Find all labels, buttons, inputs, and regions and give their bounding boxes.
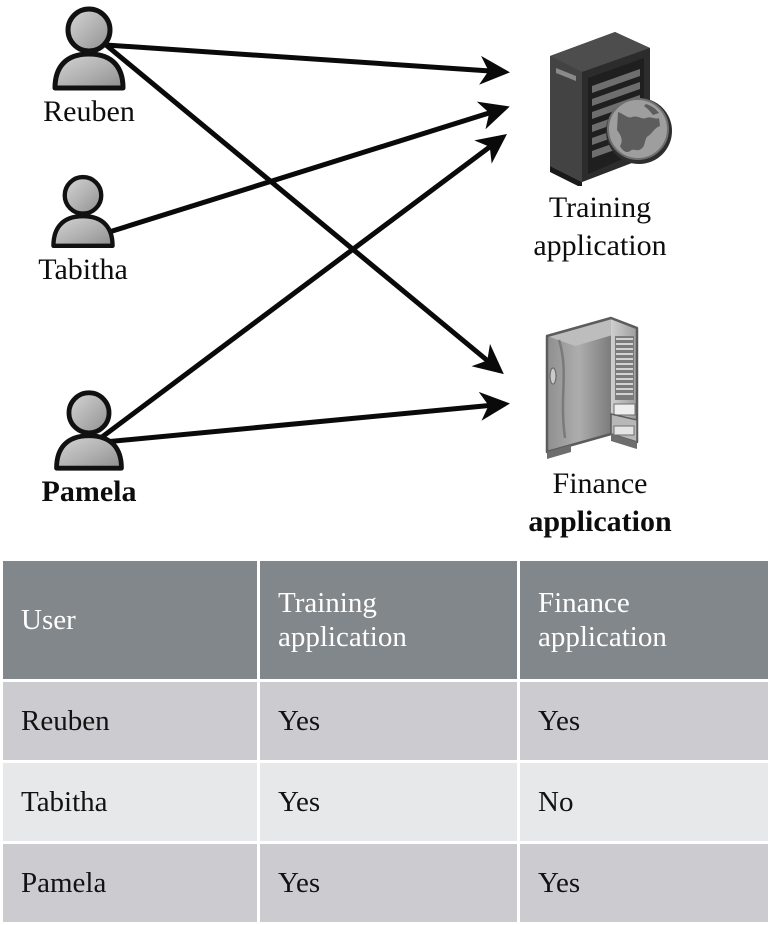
app-label-training-line1: Training (548, 191, 652, 224)
arrow-reuben-finance (104, 43, 504, 375)
cell-finance: No (520, 763, 768, 841)
table-row: Pamela Yes Yes (3, 844, 768, 922)
arrow-reuben-training (105, 42, 510, 85)
column-header-finance[interactable]: Finance application (520, 561, 768, 679)
user-icon (8, 172, 158, 250)
node-app-training[interactable]: Training application (495, 16, 705, 263)
cell-user: Reuben (3, 682, 257, 760)
user-icon (14, 4, 164, 92)
app-label-training-line2: application (533, 229, 667, 263)
cell-user: Tabitha (3, 763, 257, 841)
node-app-finance[interactable]: Finance application (495, 310, 705, 539)
user-icon (14, 388, 164, 472)
app-label-finance-line2: application (528, 505, 672, 539)
user-label-pamela: Pamela (41, 475, 137, 508)
cell-finance: Yes (520, 844, 768, 922)
column-header-training-line1: Training (278, 586, 377, 619)
desktop-tower-icon (495, 310, 705, 462)
access-table: User Training application Finance applic… (0, 558, 768, 925)
node-user-tabitha[interactable]: Tabitha (8, 172, 158, 286)
app-label-finance-line1: Finance (552, 467, 648, 500)
node-user-pamela[interactable]: Pamela (14, 388, 164, 508)
user-label-reuben: Reuben (43, 95, 135, 128)
column-header-finance-line1: Finance (538, 586, 630, 619)
user-label-tabitha: Tabitha (38, 253, 128, 286)
cell-training: Yes (260, 682, 517, 760)
column-header-user[interactable]: User (3, 561, 257, 679)
table-row: Reuben Yes Yes (3, 682, 768, 760)
server-rack-globe-icon (495, 16, 705, 186)
cell-training: Yes (260, 844, 517, 922)
table-row: Tabitha Yes No (3, 763, 768, 841)
access-diagram: Reuben Tabitha Pamela Training applicati… (0, 0, 768, 558)
node-user-reuben[interactable]: Reuben (14, 4, 164, 128)
cell-training: Yes (260, 763, 517, 841)
cell-user: Pamela (3, 844, 257, 922)
arrow-tabitha-training (105, 101, 510, 236)
cell-finance: Yes (520, 682, 768, 760)
column-header-user-label: User (21, 603, 76, 636)
table-header-row: User Training application Finance applic… (3, 561, 768, 679)
column-header-finance-line2: application (538, 621, 667, 653)
column-header-training[interactable]: Training application (260, 561, 517, 679)
column-header-training-line2: application (278, 621, 407, 653)
